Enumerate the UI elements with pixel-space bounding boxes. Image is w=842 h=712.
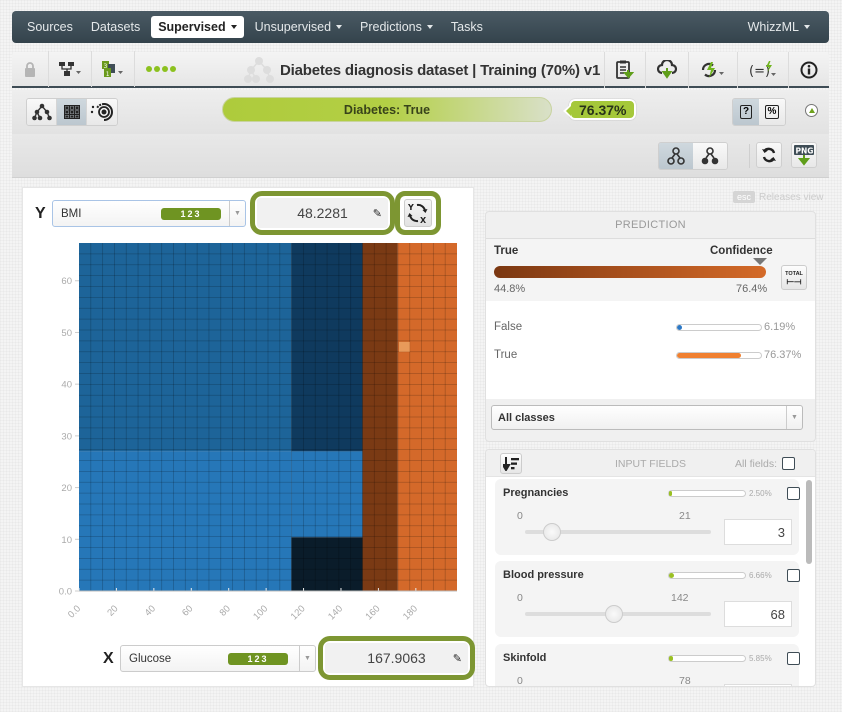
x-field-select[interactable]: Glucose 123 ▼ (120, 645, 316, 672)
x-axis-letter: X (103, 650, 114, 667)
field-importance-bar (668, 572, 746, 579)
field-list-scrollbar[interactable] (806, 480, 812, 564)
x-field-name: Glucose (129, 652, 172, 665)
confidence-marker-icon (753, 258, 767, 265)
class-prob-fill-false (677, 325, 683, 330)
esc-key: esc (733, 191, 756, 203)
x-tick-label: 40 (143, 603, 158, 618)
field-slider-thumb[interactable] (542, 523, 561, 541)
confidence-low: 44.8% (494, 283, 526, 295)
chevron-down-icon: ▼ (299, 646, 315, 671)
class-name-true: True (494, 349, 518, 361)
field-checkbox[interactable] (787, 487, 800, 500)
chevron-down-icon: ▼ (786, 406, 802, 429)
field-min: 0 (517, 592, 523, 604)
releases-view-label: Releases view (759, 191, 824, 203)
y-tick-label: 0.0 (59, 587, 72, 598)
field-name: Blood pressure (503, 569, 584, 581)
field-name: Pregnancies (503, 487, 569, 499)
y-tick-label: 30 (61, 431, 72, 442)
class-prob-bar-true (676, 352, 762, 359)
prediction-confidence-section: True Confidence 44.8% 76.4% TOTAL ⟝⟞ (486, 239, 815, 301)
confidence-high: 76.4% (736, 283, 768, 295)
field-importance: 5.85% (749, 654, 772, 663)
input-fields-header: INPUT FIELDS All fields: (486, 450, 815, 477)
all-fields-toggle: All fields: (735, 457, 795, 470)
class-prob-false: 6.19% (764, 321, 796, 333)
x-tick-label: 20 (105, 603, 120, 618)
field-importance-bar (668, 655, 746, 662)
confidence-interval-bar (494, 266, 766, 278)
total-confidence-button[interactable]: TOTAL ⟝⟞ (781, 265, 807, 290)
input-fields-panel: INPUT FIELDS All fields: Pregnancies 2.50… (485, 449, 816, 687)
x-value: 167.9063 (325, 643, 468, 673)
field-importance-fill (669, 656, 674, 661)
y-tick-label: 50 (61, 328, 72, 339)
class-prob-fill-true (677, 353, 742, 358)
field-checkbox[interactable] (787, 569, 800, 582)
field-value-input[interactable]: 68 (724, 601, 792, 627)
field-importance: 2.50% (749, 489, 772, 498)
x-tick-label: 80 (218, 603, 233, 618)
x-tick-label: 60 (180, 603, 195, 618)
field-card: Blood pressure 6.66% 0 142 68 (495, 561, 800, 637)
field-slider-thumb[interactable] (605, 605, 624, 623)
field-importance-fill (669, 573, 675, 578)
x-tick-label: 180 (401, 603, 420, 622)
x-tick-label: 160 (364, 603, 383, 622)
field-value-input[interactable] (724, 684, 792, 686)
numeric-type-badge: 123 (228, 652, 288, 665)
all-fields-checkbox[interactable] (782, 457, 795, 470)
y-tick-label: 20 (61, 483, 72, 494)
x-value-field[interactable]: 167.9063 ✎ (318, 636, 475, 680)
class-prob-bar-false (676, 324, 762, 331)
x-tick-label: 120 (289, 603, 308, 622)
field-name: Skinfold (503, 652, 547, 664)
field-max: 78 (679, 675, 691, 687)
field-importance: 6.66% (749, 571, 772, 580)
field-min: 0 (517, 675, 523, 687)
class-name-false: False (494, 321, 523, 333)
x-tick-label: 0.0 (66, 603, 83, 620)
y-tick-label: 10 (61, 535, 72, 546)
field-checkbox[interactable] (787, 652, 800, 665)
pencil-icon[interactable]: ✎ (453, 652, 462, 665)
class-prob-true: 76.37% (764, 349, 802, 361)
all-fields-label: All fields: (734, 457, 777, 470)
prediction-panel: PREDICTION True Confidence 44.8% 76.4% T… (485, 211, 816, 442)
field-importance-bar (668, 490, 746, 497)
field-card: Pregnancies 2.50% 0 21 3 (495, 479, 800, 555)
field-value-input[interactable]: 3 (724, 519, 792, 545)
y-tick-label: 40 (61, 380, 72, 391)
class-filter-value: All classes (498, 411, 555, 424)
field-max: 21 (679, 510, 691, 522)
field-card: Skinfold 5.85% 0 78 (495, 644, 800, 687)
class-filter-select[interactable]: All classes ▼ (491, 405, 803, 430)
selected-point-cell (398, 341, 410, 352)
field-max: 142 (671, 592, 689, 604)
field-min: 0 (517, 510, 523, 522)
range-icon: ⟝⟞ (786, 275, 802, 286)
y-tick-label: 60 (61, 276, 72, 287)
field-importance-fill (669, 491, 673, 496)
class-probabilities: False 6.19% True 76.37% (486, 301, 815, 399)
x-tick-label: 100 (251, 603, 270, 622)
predicted-class: True (494, 245, 519, 257)
x-tick-label: 140 (326, 603, 345, 622)
confidence-label: Confidence (710, 245, 773, 257)
releases-view-hint[interactable]: esc Releases view (733, 191, 824, 203)
prediction-panel-title: PREDICTION (486, 212, 815, 239)
